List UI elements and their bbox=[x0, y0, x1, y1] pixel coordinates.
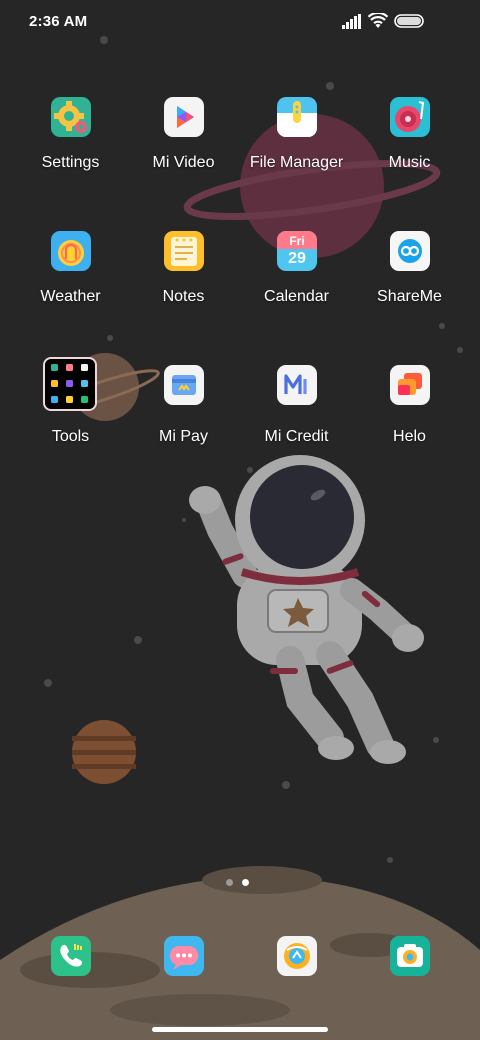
status-icons bbox=[342, 13, 452, 31]
app-label: Mi Credit bbox=[264, 428, 329, 445]
app-tools-folder[interactable]: Tools bbox=[14, 357, 127, 477]
striped-planet-wallpaper bbox=[72, 720, 136, 784]
page-dot-1[interactable] bbox=[226, 879, 233, 886]
battery-icon bbox=[394, 14, 424, 28]
app-mi-video[interactable]: Mi Video bbox=[127, 97, 240, 217]
shareme-icon bbox=[390, 231, 430, 271]
folder-icon bbox=[43, 357, 97, 411]
messages-icon bbox=[164, 936, 204, 976]
dock-browser[interactable] bbox=[277, 936, 317, 976]
status-time: 2:36 AM bbox=[29, 13, 88, 30]
app-label: Music bbox=[388, 154, 431, 171]
browser-icon bbox=[277, 936, 317, 976]
calendar-day: Fri bbox=[289, 234, 305, 248]
app-grid: Settings Mi Video File Manager Music Wea… bbox=[0, 0, 480, 460]
page-dot-2-active[interactable] bbox=[242, 879, 249, 886]
app-label: File Manager bbox=[249, 154, 344, 171]
calendar-date: 29 bbox=[288, 250, 306, 267]
music-icon bbox=[390, 97, 430, 137]
signal-icon bbox=[342, 14, 361, 29]
app-label: Mi Pay bbox=[159, 428, 208, 445]
dock-phone[interactable] bbox=[51, 936, 91, 976]
app-weather[interactable]: Weather bbox=[14, 231, 127, 351]
app-notes[interactable]: Notes bbox=[127, 231, 240, 351]
dock-camera[interactable] bbox=[390, 936, 430, 976]
mi-pay-icon bbox=[164, 365, 204, 405]
dock bbox=[0, 930, 480, 990]
app-label: Weather bbox=[40, 288, 101, 305]
calendar-icon: Fri 29 bbox=[277, 231, 317, 271]
settings-icon bbox=[51, 97, 91, 137]
app-label: Tools bbox=[51, 428, 90, 445]
camera-icon bbox=[390, 936, 430, 976]
weather-icon bbox=[51, 231, 91, 271]
dock-messages[interactable] bbox=[164, 936, 204, 976]
app-label: Mi Video bbox=[152, 154, 215, 171]
app-file-manager[interactable]: File Manager bbox=[240, 97, 353, 217]
app-label: Settings bbox=[41, 154, 100, 171]
helo-icon bbox=[390, 365, 430, 405]
notes-icon bbox=[164, 231, 204, 271]
app-music[interactable]: Music bbox=[353, 97, 466, 217]
app-mi-pay[interactable]: Mi Pay bbox=[127, 365, 240, 485]
app-label: ShareMe bbox=[377, 288, 442, 305]
app-shareme[interactable]: ShareMe bbox=[353, 231, 466, 351]
status-bar: 2:36 AM bbox=[0, 0, 480, 44]
app-settings[interactable]: Settings bbox=[14, 97, 127, 217]
app-label: Notes bbox=[162, 288, 205, 305]
wifi-icon bbox=[368, 13, 388, 28]
app-label: Helo bbox=[393, 428, 426, 445]
phone-icon bbox=[51, 936, 91, 976]
home-gesture-bar[interactable] bbox=[152, 1027, 328, 1032]
app-label: Calendar bbox=[264, 288, 329, 305]
mi-credit-icon bbox=[277, 365, 317, 405]
astronaut-wallpaper bbox=[189, 455, 424, 764]
file-manager-icon bbox=[277, 97, 317, 137]
mi-video-icon bbox=[164, 97, 204, 137]
app-helo[interactable]: Helo bbox=[353, 365, 466, 485]
app-calendar[interactable]: Fri 29 Calendar bbox=[240, 231, 353, 351]
app-mi-credit[interactable]: Mi Credit bbox=[240, 365, 353, 485]
